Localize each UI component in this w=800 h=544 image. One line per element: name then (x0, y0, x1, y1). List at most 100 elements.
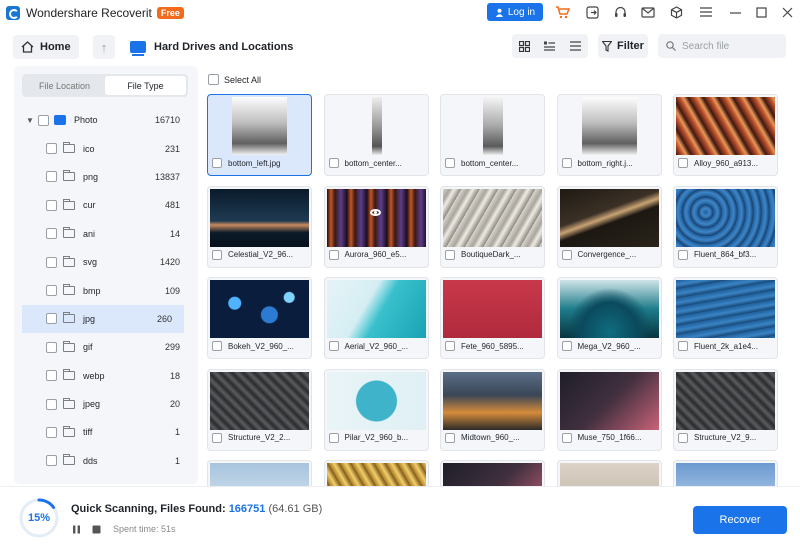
tree-item-svg[interactable]: svg 1420 (14, 248, 192, 276)
tree-item-cur[interactable]: cur 481 (14, 191, 192, 219)
tree-item-gif[interactable]: gif 299 (14, 333, 192, 361)
file-card[interactable]: bottom_left.jpg (207, 94, 312, 176)
folder-icon (63, 170, 75, 182)
file-card[interactable]: Structure_V2_9... (673, 368, 778, 451)
grid-view-button[interactable] (512, 34, 537, 58)
tree-item-photo[interactable]: ▼ Photo 16710 (14, 106, 192, 134)
file-card[interactable]: Bokeh_V2_960_... (207, 277, 312, 359)
file-card[interactable]: Pilar_V2_960_b... (323, 368, 429, 451)
filter-button[interactable]: Filter (598, 34, 648, 58)
tree-item-checkbox[interactable] (46, 143, 57, 155)
tree-item-bmp[interactable]: bmp 109 (14, 276, 192, 304)
file-checkbox[interactable] (212, 158, 222, 168)
minimize-icon[interactable] (727, 4, 743, 20)
file-checkbox[interactable] (328, 158, 339, 168)
file-card[interactable]: Convergence_... (556, 185, 662, 268)
mail-icon[interactable] (640, 4, 656, 20)
file-checkbox[interactable] (561, 432, 572, 443)
file-checkbox[interactable] (678, 158, 688, 168)
file-card[interactable]: Muse_750_1f66... (556, 368, 662, 451)
stop-icon[interactable] (92, 525, 101, 536)
file-checkbox[interactable] (212, 432, 222, 443)
file-card[interactable]: Aerial_V2_960_... (323, 277, 429, 359)
file-caption: bottom_left.jpg (212, 158, 309, 168)
tree-item-checkbox[interactable] (46, 370, 57, 382)
file-checkbox[interactable] (328, 341, 339, 351)
file-checkbox[interactable] (561, 341, 572, 351)
tree-item-checkbox[interactable] (46, 199, 57, 211)
pause-icon[interactable] (72, 525, 81, 536)
file-checkbox[interactable] (561, 158, 572, 168)
tree-item-tiff[interactable]: tiff 1 (14, 418, 192, 446)
file-card[interactable]: bottom_center... (323, 94, 429, 176)
tree-item-checkbox[interactable] (46, 285, 57, 297)
file-card[interactable]: bottom_center... (440, 94, 545, 176)
location-breadcrumb: Hard Drives and Locations (130, 35, 293, 59)
file-card[interactable]: Aurora_960_e5... (323, 185, 429, 268)
tree-item-dds[interactable]: dds 1 (14, 447, 192, 475)
file-checkbox[interactable] (445, 432, 455, 443)
file-checkbox[interactable] (445, 158, 455, 168)
maximize-icon[interactable] (753, 4, 769, 20)
file-checkbox[interactable] (328, 249, 339, 260)
tree-item-label: bmp (83, 285, 101, 296)
tree-item-checkbox[interactable] (46, 228, 57, 240)
tree-item-checkbox[interactable] (46, 171, 57, 183)
tree-item-checkbox[interactable] (46, 313, 57, 325)
file-checkbox[interactable] (678, 249, 688, 260)
cart-icon[interactable] (555, 4, 571, 20)
caret-down-icon[interactable]: ▼ (26, 116, 34, 125)
list-view-button[interactable] (563, 34, 588, 58)
tab-file-type[interactable]: File Type (105, 76, 186, 95)
folder-icon (63, 142, 75, 154)
tree-item-ico[interactable]: ico 231 (14, 134, 192, 162)
close-icon[interactable] (779, 4, 795, 20)
file-card[interactable]: BoutiqueDark_... (440, 185, 545, 268)
file-checkbox[interactable] (445, 249, 455, 260)
tree-item-checkbox[interactable] (46, 398, 57, 410)
file-card[interactable]: Fluent_2k_a1e4... (673, 277, 778, 359)
login-button[interactable]: Log in (487, 3, 543, 21)
tree-item-label: jpg (83, 313, 96, 324)
tree-item-checkbox[interactable] (46, 426, 57, 438)
tree-item-png[interactable]: png 13837 (14, 163, 192, 191)
file-checkbox[interactable] (212, 249, 222, 260)
file-checkbox[interactable] (678, 432, 688, 443)
tab-file-location[interactable]: File Location (24, 76, 105, 95)
box-icon[interactable] (668, 4, 684, 20)
tree-item-jpeg[interactable]: jpeg 20 (14, 390, 192, 418)
file-card[interactable]: Alloy_960_a913... (673, 94, 778, 176)
folder-icon (63, 454, 75, 466)
select-all[interactable]: Select All (208, 74, 261, 85)
tree-item-ani[interactable]: ani 14 (14, 220, 192, 248)
tree-item-jpg[interactable]: jpg 260 (22, 304, 184, 334)
tree-item-checkbox[interactable] (46, 341, 57, 353)
headset-icon[interactable] (612, 4, 628, 20)
detail-view-button[interactable] (537, 34, 562, 58)
file-checkbox[interactable] (678, 341, 688, 351)
tree-item-checkbox[interactable] (46, 256, 57, 268)
preview-eye-icon[interactable] (369, 208, 381, 216)
menu-icon[interactable] (698, 4, 714, 20)
recover-button[interactable]: Recover (693, 506, 787, 534)
file-card[interactable]: Mega_V2_960_... (556, 277, 662, 359)
file-card[interactable]: bottom_right.j... (556, 94, 662, 176)
tree-item-checkbox[interactable] (46, 455, 57, 467)
home-button[interactable]: Home (13, 35, 79, 59)
file-checkbox[interactable] (561, 249, 572, 260)
file-card[interactable]: Fluent_864_bf3... (673, 185, 778, 268)
up-button[interactable]: ↑ (93, 35, 115, 59)
search-input[interactable] (682, 40, 778, 52)
file-card[interactable]: Celestial_V2_96... (207, 185, 312, 268)
select-all-checkbox[interactable] (208, 74, 219, 85)
file-checkbox[interactable] (328, 432, 339, 443)
file-checkbox[interactable] (212, 341, 222, 351)
file-checkbox[interactable] (445, 341, 455, 351)
photo-checkbox[interactable] (38, 114, 49, 126)
file-thumbnail (443, 371, 542, 430)
export-icon[interactable] (584, 4, 600, 20)
file-card[interactable]: Fete_960_5895... (440, 277, 545, 359)
file-card[interactable]: Structure_V2_2... (207, 368, 312, 451)
tree-item-webp[interactable]: webp 18 (14, 362, 192, 390)
file-card[interactable]: Midtown_960_... (440, 368, 545, 451)
